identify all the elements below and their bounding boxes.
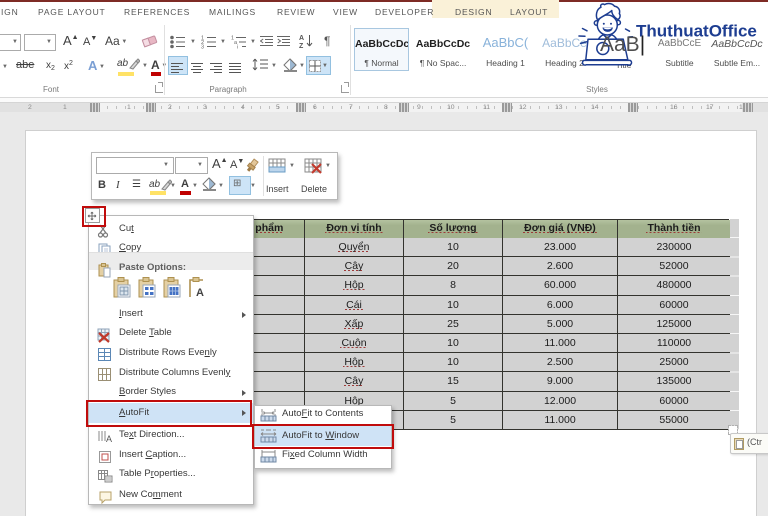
svg-text:A: A [299, 35, 304, 42]
svg-text:3: 3 [201, 45, 204, 50]
svg-text:i: i [237, 45, 238, 50]
svg-text:Z: Z [299, 43, 304, 49]
svg-text:A: A [196, 287, 204, 299]
svg-text:A: A [106, 434, 112, 444]
svg-text:ThuthuatOffice: ThuthuatOffice [636, 22, 757, 41]
